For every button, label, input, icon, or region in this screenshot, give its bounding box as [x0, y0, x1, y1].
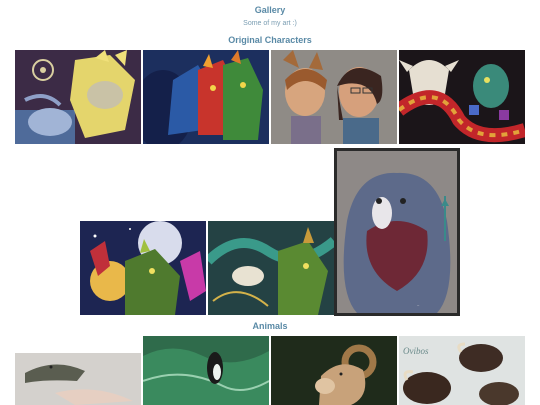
muskox-image: Ovibos — [399, 336, 525, 405]
gallery-item-portrait-pair[interactable] — [271, 50, 397, 144]
section-title-original-characters: Original Characters — [228, 35, 312, 45]
gallery-item-skull-serpent[interactable] — [399, 50, 525, 144]
gallery-item-colorful-creatures[interactable] — [143, 50, 269, 144]
gallery-item-green-serpent[interactable] — [208, 221, 334, 315]
portrait-pair-image — [271, 50, 397, 144]
skull-serpent-image — [399, 50, 525, 144]
yellow-creature-image — [15, 50, 141, 144]
page-subtitle: Some of my art :) — [243, 20, 297, 27]
ocean-orca-image — [143, 336, 269, 405]
colorful-creatures-image — [143, 50, 269, 144]
gallery-item-ocean-orca[interactable] — [143, 336, 269, 405]
gallery-item-moonlit-creatures[interactable] — [80, 221, 206, 315]
gallery-item-alligator[interactable] — [15, 353, 141, 405]
gallery-item-blue-creature-portrait[interactable]: ~ — [334, 148, 460, 316]
muskox-signature: Ovibos — [403, 346, 429, 356]
green-serpent-image — [208, 221, 334, 315]
gallery-item-ram[interactable] — [271, 336, 397, 405]
blue-creature-portrait-image: ~ — [337, 151, 457, 313]
moonlit-creatures-image — [80, 221, 206, 315]
gallery-item-yellow-creature[interactable] — [15, 50, 141, 144]
alligator-image — [15, 353, 141, 405]
section-title-animals: Animals — [252, 321, 288, 331]
page-title: Gallery — [254, 5, 286, 15]
gallery-item-muskox[interactable]: Ovibos — [399, 336, 525, 405]
ram-image — [271, 336, 397, 405]
